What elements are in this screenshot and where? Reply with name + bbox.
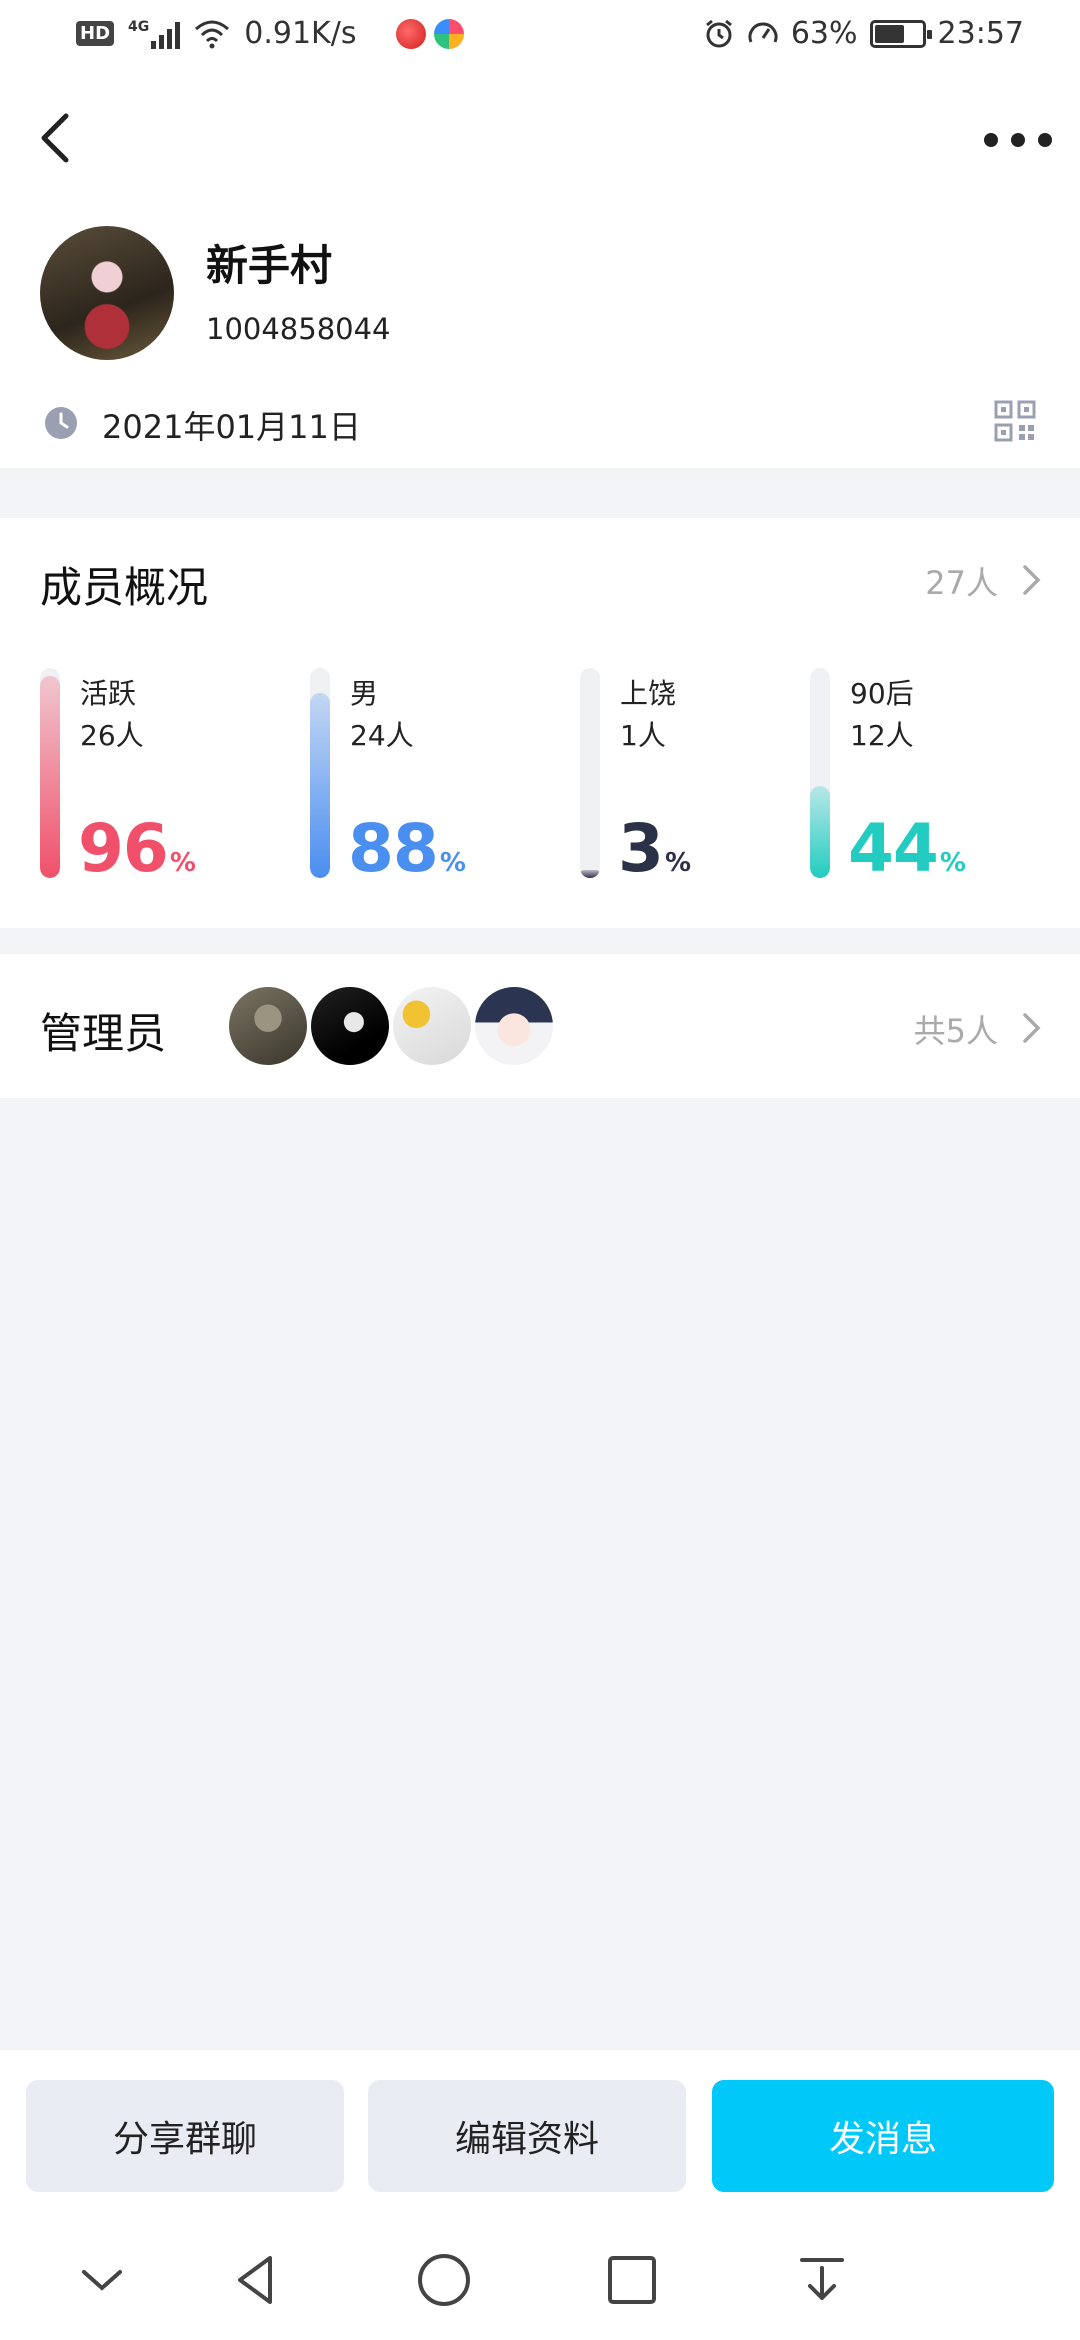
chevron-down-icon[interactable] — [72, 2250, 132, 2310]
back-icon[interactable] — [36, 110, 76, 166]
alarm-icon — [705, 19, 732, 47]
stat-count: 12人 — [850, 719, 914, 752]
stat-location: 上饶 1人 3% — [580, 668, 820, 882]
battery-icon — [869, 19, 932, 48]
clock-time: 23:57 — [937, 16, 1024, 51]
stat-percent: 96% — [78, 810, 196, 887]
admin-avatar-list — [226, 984, 556, 1068]
stat-bar-track — [310, 668, 330, 878]
stat-bar-fill — [810, 786, 830, 878]
app-notification-icon-2 — [434, 18, 465, 49]
qr-code-icon[interactable] — [994, 400, 1036, 442]
chevron-right-icon — [1023, 565, 1041, 595]
admin-count: 共5人 — [913, 1012, 998, 1050]
nav-back-icon[interactable] — [226, 2250, 286, 2310]
app-notification-icon — [396, 18, 427, 49]
stat-percent: 88% — [348, 810, 466, 887]
stat-count: 24人 — [350, 719, 414, 752]
edit-profile-button[interactable]: 编辑资料 — [368, 2080, 686, 2192]
avatar[interactable] — [226, 984, 310, 1068]
group-name: 新手村 — [206, 241, 333, 290]
stat-count: 26人 — [80, 719, 144, 752]
speedometer-icon — [748, 22, 778, 43]
stat-bar-track — [40, 668, 60, 878]
stat-label: 活跃 — [80, 677, 137, 710]
nav-home-icon[interactable] — [414, 2250, 474, 2310]
send-message-button[interactable]: 发消息 — [712, 2080, 1054, 2192]
avatar[interactable] — [390, 984, 474, 1068]
nav-notification-pulldown-icon[interactable] — [792, 2250, 852, 2310]
more-options-icon[interactable] — [984, 120, 1052, 160]
stat-bar-fill — [580, 870, 600, 878]
stat-age: 90后 12人 44% — [810, 668, 1050, 882]
member-overview-title: 成员概况 — [40, 563, 209, 612]
signal-icon: 4G — [128, 18, 181, 49]
created-date: 2021年01月11日 — [102, 408, 361, 446]
stat-bar-fill — [40, 676, 60, 878]
admins-card[interactable]: 管理员 共5人 — [0, 954, 1080, 1098]
network-speed: 0.91K/s — [244, 16, 357, 51]
stat-percent: 3% — [618, 810, 691, 887]
hd-badge: HD — [76, 21, 115, 46]
share-group-button[interactable]: 分享群聊 — [26, 2080, 344, 2192]
group-header: 新手村 1004858044 2021年01月11日 — [0, 72, 1080, 468]
stat-bar-track — [580, 668, 600, 878]
clock-icon — [45, 407, 77, 439]
stat-bar-track — [810, 668, 830, 878]
avatar[interactable] — [308, 984, 392, 1068]
status-bar: HD 4G 0.91K/s 63% 23:57 — [0, 0, 1080, 72]
member-overview-card[interactable]: 成员概况 27人 活跃 26人 96% 男 24人 88% 上饶 1人 3% 9… — [0, 518, 1080, 928]
group-id: 1004858044 — [206, 312, 391, 346]
stat-label: 上饶 — [620, 677, 677, 710]
avatar[interactable] — [472, 984, 556, 1068]
battery-percent: 63% — [790, 16, 858, 51]
admins-title: 管理员 — [40, 1009, 167, 1058]
member-count: 27人 — [925, 564, 998, 602]
system-nav-bar — [0, 2220, 1080, 2340]
stat-male: 男 24人 88% — [310, 668, 550, 882]
group-avatar[interactable] — [40, 226, 174, 360]
stat-count: 1人 — [620, 719, 666, 752]
stat-bar-fill — [310, 693, 330, 878]
stat-active: 活跃 26人 96% — [40, 668, 280, 882]
signal-type: 4G — [128, 18, 150, 35]
stat-label: 男 — [350, 677, 379, 710]
wifi-icon — [195, 20, 230, 48]
chevron-right-icon — [1023, 1013, 1041, 1043]
nav-recents-icon[interactable] — [602, 2250, 662, 2310]
stat-percent: 44% — [848, 810, 966, 887]
stat-label: 90后 — [850, 677, 914, 710]
action-bar: 分享群聊 编辑资料 发消息 — [0, 2050, 1080, 2220]
